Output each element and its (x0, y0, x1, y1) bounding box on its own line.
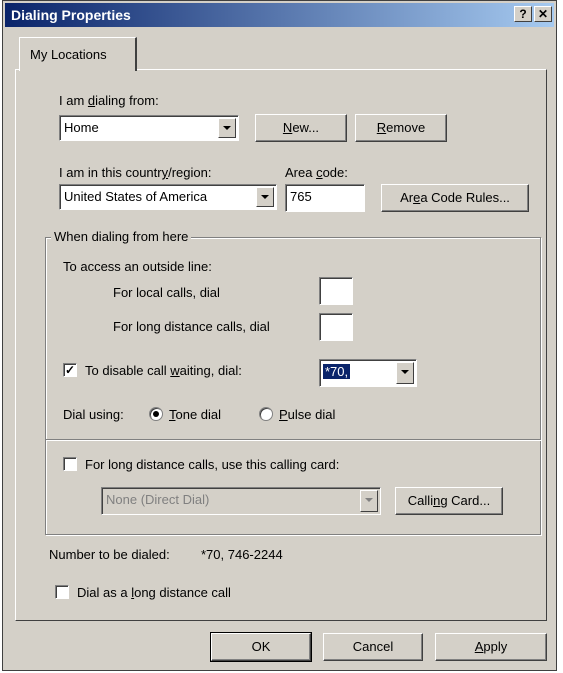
calling-card-select[interactable]: None (Direct Dial) (101, 487, 381, 515)
country-value: United States of America (64, 189, 208, 204)
tone-dial-radio[interactable] (149, 407, 163, 421)
calling-card-dropdown-arrow-icon[interactable] (360, 490, 378, 512)
area-code-value: 765 (290, 189, 312, 204)
area-code-label: Area code: (285, 165, 348, 180)
local-calls-input[interactable] (319, 277, 353, 305)
number-to-dial-label: Number to be dialed: (49, 547, 170, 562)
calling-card-label: For long distance calls, use this callin… (85, 457, 340, 472)
long-distance-input[interactable] (319, 313, 353, 341)
window-title: Dialing Properties (11, 7, 131, 23)
long-distance-call-label: Dial as a long distance call (77, 585, 231, 600)
new-location-button[interactable]: New... (255, 114, 347, 142)
pulse-dial-label: Pulse dial (279, 407, 336, 422)
location-value: Home (64, 120, 99, 135)
pulse-dial-radio[interactable] (259, 407, 273, 421)
number-to-dial-value: *70, 746-2244 (201, 547, 283, 562)
location-select[interactable]: Home (59, 115, 239, 141)
remove-location-button[interactable]: Remove (355, 114, 447, 142)
call-waiting-label: To disable call waiting, dial: (85, 363, 242, 378)
cancel-button[interactable]: Cancel (323, 633, 423, 661)
tone-dial-label: Tone dial (169, 407, 222, 422)
dialing-properties-window: Dialing Properties ? ✕ My Locations I am… (2, 0, 557, 671)
tab-my-locations[interactable]: My Locations (19, 37, 137, 71)
country-dropdown-arrow-icon[interactable] (256, 187, 274, 207)
long-distance-label: For long distance calls, dial (113, 319, 270, 334)
dial-using-label: Dial using: (63, 407, 124, 422)
calling-card-button[interactable]: Calling Card... (395, 487, 503, 515)
call-waiting-dropdown-arrow-icon[interactable] (396, 362, 414, 384)
when-dialing-group-label: When dialing from here (51, 229, 192, 244)
help-button[interactable]: ? (514, 6, 532, 22)
group-separator (45, 439, 541, 440)
dialing-from-label: I am dialing from: (59, 93, 159, 108)
call-waiting-select[interactable]: *70, (319, 359, 417, 387)
area-code-input[interactable]: 765 (285, 184, 365, 212)
ok-button[interactable]: OK (210, 632, 312, 662)
apply-button[interactable]: Apply (435, 633, 547, 661)
calling-card-checkbox[interactable] (63, 457, 77, 471)
tab-my-locations-label: My Locations (30, 47, 107, 62)
local-calls-label: For local calls, dial (113, 285, 220, 300)
country-select[interactable]: United States of America (59, 184, 277, 210)
country-label: I am in this country/region: (59, 165, 212, 180)
location-dropdown-arrow-icon[interactable] (218, 118, 236, 138)
title-bar[interactable]: Dialing Properties ? ✕ (5, 3, 554, 27)
outside-line-label: To access an outside line: (63, 259, 212, 274)
call-waiting-checkbox[interactable]: ✓ (63, 363, 77, 377)
area-code-rules-button[interactable]: Area Code Rules... (381, 184, 529, 212)
call-waiting-value: *70, (323, 364, 351, 379)
long-distance-checkbox[interactable] (55, 585, 69, 599)
calling-card-value: None (Direct Dial) (106, 492, 210, 507)
close-button[interactable]: ✕ (534, 6, 552, 22)
